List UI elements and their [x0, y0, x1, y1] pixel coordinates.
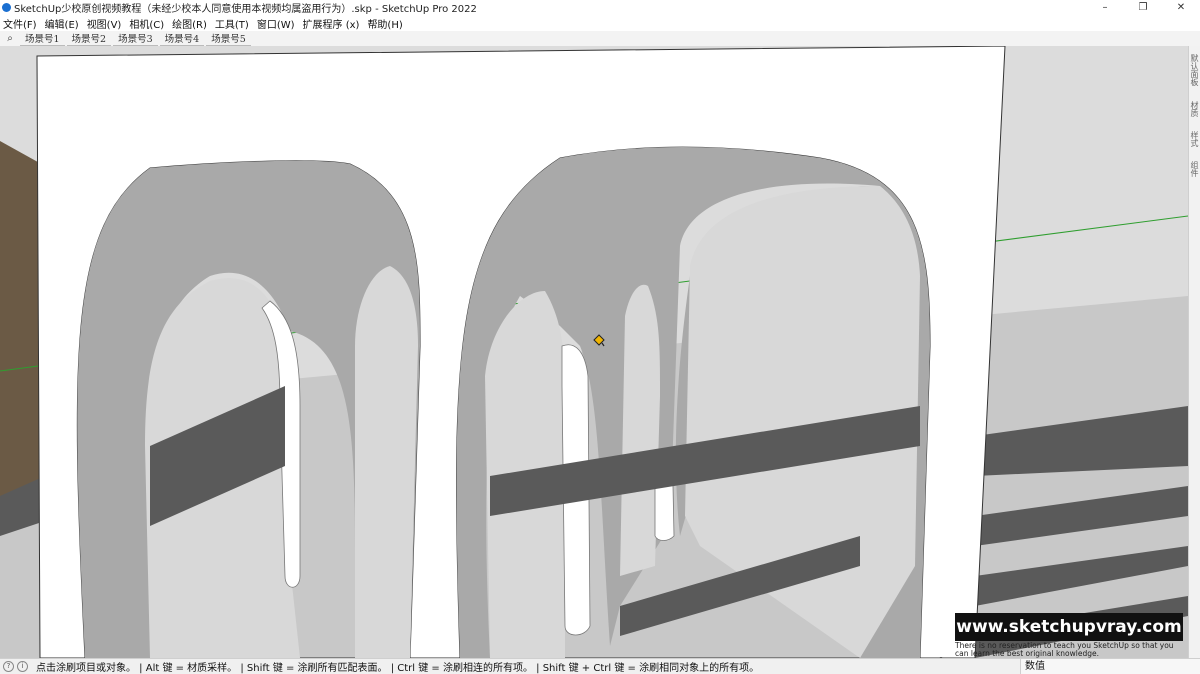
right-arch-opening	[620, 284, 660, 576]
info-icon[interactable]: i	[17, 661, 28, 672]
geo-location-icon[interactable]: ?	[3, 661, 14, 672]
menu-tools[interactable]: 工具(T)	[212, 16, 254, 31]
left-arch-opening	[355, 266, 418, 658]
menu-camera[interactable]: 相机(C)	[126, 16, 169, 31]
status-hint: 点击涂刷项目或对象。 | Alt 键 = 材质采样。 | Shift 键 = 涂…	[36, 663, 760, 674]
watermark-tagline: There is no reservation to teach you Ske…	[955, 641, 1174, 658]
search-icon[interactable]: ⌕	[0, 33, 20, 44]
window-title: SketchUp少校原创视频教程（未经少校本人同意使用本视频均属盗用行为）.sk…	[14, 4, 477, 15]
watermark-url: www.sketchupvray.com	[956, 617, 1182, 637]
scene-tab-3[interactable]: 场景号3	[113, 31, 158, 46]
title-bar: SketchUp少校原创视频教程（未经少校本人同意使用本视频均属盗用行为）.sk…	[0, 0, 1200, 15]
viewport-scene	[0, 46, 1188, 658]
menu-edit[interactable]: 编辑(E)	[42, 16, 84, 31]
measurements-box[interactable]: 数值	[1020, 659, 1200, 674]
tray-label-default[interactable]: 默认面板	[1190, 54, 1200, 86]
close-button[interactable]: ✕	[1162, 0, 1200, 15]
menu-help[interactable]: 帮助(H)	[364, 16, 407, 31]
maximize-button[interactable]: ❐	[1124, 0, 1162, 15]
watermark-banner: www.sketchupvray.com	[955, 613, 1183, 641]
menu-view[interactable]: 视图(V)	[84, 16, 127, 31]
minimize-button[interactable]: –	[1086, 0, 1124, 15]
sketchup-app-icon	[2, 3, 11, 12]
tray-label-materials[interactable]: 材质	[1190, 101, 1200, 117]
scene-tab-2[interactable]: 场景号2	[66, 31, 112, 46]
menu-extensions[interactable]: 扩展程序 (x)	[300, 16, 365, 31]
scene-tab-bar: ⌕ 场景号1 场景号2 场景号3 场景号4 场景号5	[0, 31, 1200, 46]
measurements-label: 数值	[1025, 661, 1045, 672]
scene-tab-5[interactable]: 场景号5	[206, 31, 251, 46]
window-controls: – ❐ ✕	[1086, 0, 1200, 15]
scene-tab-1[interactable]: 场景号1	[20, 31, 65, 46]
menu-file[interactable]: 文件(F)	[0, 16, 42, 31]
model-viewport[interactable]: www.sketchupvray.com There is no reserva…	[0, 46, 1188, 658]
menu-bar: 文件(F) 编辑(E) 视图(V) 相机(C) 绘图(R) 工具(T) 窗口(W…	[0, 15, 1200, 31]
scene-tab-4[interactable]: 场景号4	[159, 31, 205, 46]
menu-draw[interactable]: 绘图(R)	[169, 16, 212, 31]
status-bar: ? i 点击涂刷项目或对象。 | Alt 键 = 材质采样。 | Shift 键…	[0, 658, 1200, 674]
paint-bucket-cursor-icon	[593, 334, 605, 347]
tray-label-styles[interactable]: 样式	[1190, 131, 1200, 147]
default-tray: 默认面板 材质 样式 组件	[1188, 46, 1200, 658]
menu-window[interactable]: 窗口(W)	[254, 16, 300, 31]
tray-label-components[interactable]: 组件	[1190, 161, 1200, 177]
